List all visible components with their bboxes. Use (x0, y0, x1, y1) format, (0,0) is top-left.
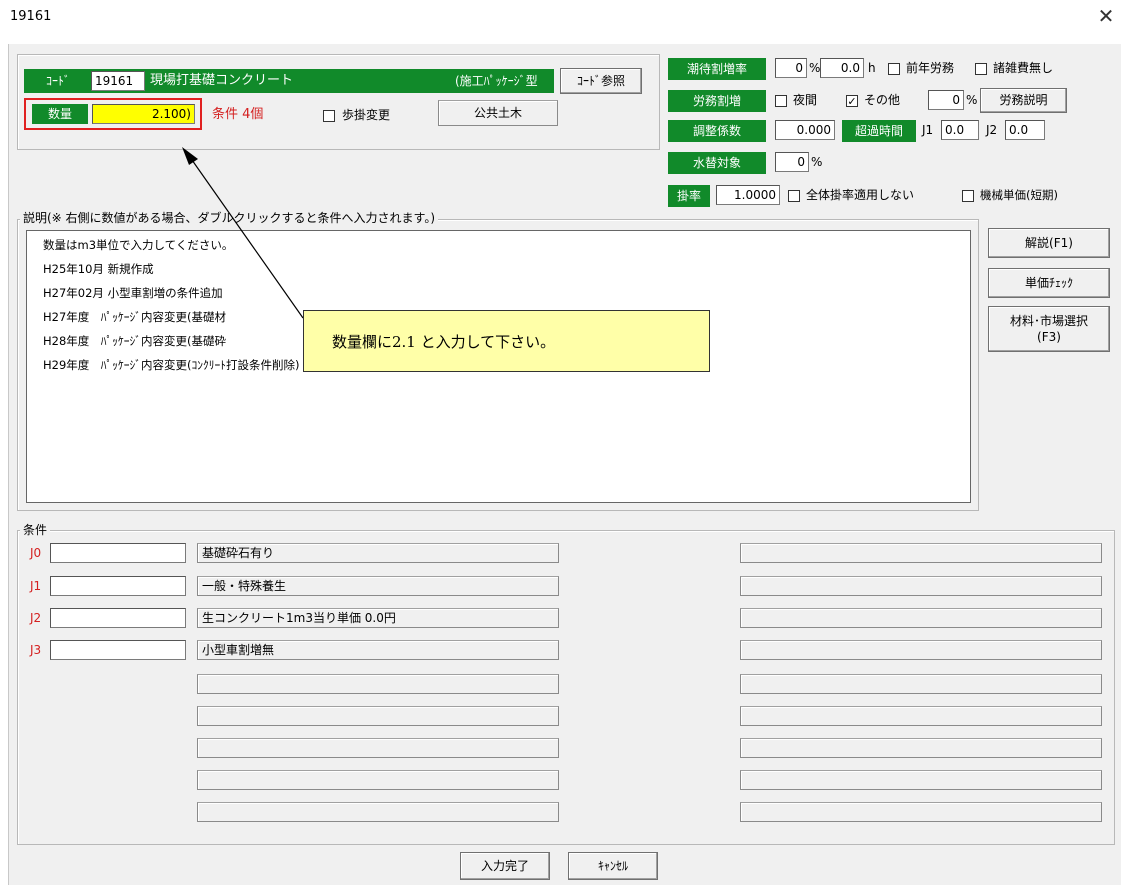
condition-empty-slot (197, 802, 559, 822)
j2-label: J2 (986, 123, 998, 137)
step-change-checkbox[interactable] (323, 110, 335, 122)
labor-extra-label: 労務割増 (668, 90, 766, 112)
misc-cost-none-checkbox[interactable] (975, 63, 987, 75)
condition-desc: 一般・特殊養生 (197, 576, 559, 596)
other-pct-input[interactable]: 0 (928, 90, 964, 110)
window-title: 19161 (10, 9, 52, 24)
rate-label: 掛率 (668, 185, 710, 207)
j1-label: J1 (922, 123, 934, 137)
code-label: ｺｰﾄﾞ (30, 71, 86, 91)
condition-desc: 基礎砕石有り (197, 543, 559, 563)
ok-button[interactable]: 入力完了 (460, 852, 550, 880)
j1-input[interactable]: 0.0 (941, 120, 979, 140)
code-ref-button[interactable]: ｺｰﾄﾞ参照 (560, 68, 642, 94)
step-change-label: 歩掛変更 (342, 108, 391, 122)
condition-input[interactable] (50, 608, 186, 628)
machine-unit-checkbox[interactable] (962, 190, 974, 202)
tide-hours-unit: h (868, 61, 876, 75)
explain-button[interactable]: 解説(F1) (988, 228, 1110, 258)
close-icon[interactable]: ✕ (1094, 4, 1118, 28)
labor-explain-button[interactable]: 労務説明 (980, 88, 1067, 113)
condition-empty-slot (197, 706, 559, 726)
water-label: 水替対象 (668, 152, 766, 174)
item-name: 現場打基礎コンクリート (150, 73, 294, 88)
rate-input[interactable]: 1.0000 (716, 185, 780, 205)
adjust-coef-label: 調整係数 (668, 120, 766, 142)
other-checkbox[interactable]: ✓ (846, 95, 858, 107)
no-global-rate-checkbox[interactable] (788, 190, 800, 202)
tide-hours-input[interactable]: 0.0 (820, 58, 864, 78)
condition-empty-slot (197, 674, 559, 694)
quantity-label: 数量 (32, 104, 88, 124)
no-global-rate-label: 全体掛率適用しない (806, 188, 915, 202)
condition-empty-slot (740, 674, 1102, 694)
package-label: (施工ﾊﾟｯｹｰｼﾞ型 (455, 74, 538, 88)
condition-empty-slot (197, 738, 559, 758)
night-checkbox[interactable] (775, 95, 787, 107)
night-label: 夜間 (793, 93, 818, 107)
conditions-legend: 条件 (20, 522, 51, 538)
misc-cost-none-label: 諸雑費無し (993, 61, 1054, 75)
condition-code: J2 (30, 611, 42, 625)
description-line: 数量はm3単位で入力してください。 (43, 238, 234, 252)
condition-code: J3 (30, 643, 42, 657)
tide-rate-input[interactable]: 0 (775, 58, 807, 78)
condition-code: J1 (30, 579, 42, 593)
conditions-count: 条件 4個 (212, 107, 264, 122)
instruction-callout: 数量欄に2.1 と入力して下さい。 (303, 310, 710, 372)
condition-empty-slot (740, 770, 1102, 790)
prev-year-labor-label: 前年労務 (906, 61, 955, 75)
water-pct-unit: % (811, 155, 823, 169)
condition-extra (740, 543, 1102, 563)
condition-extra (740, 608, 1102, 628)
condition-extra (740, 576, 1102, 596)
condition-empty-slot (740, 802, 1102, 822)
prev-year-labor-checkbox[interactable] (888, 63, 900, 75)
condition-input[interactable] (50, 576, 186, 596)
material-select-button[interactable]: 材料･市場選択 (F3) (988, 306, 1110, 352)
condition-input[interactable] (50, 543, 186, 563)
overtime-label: 超過時間 (842, 120, 916, 142)
tide-rate-label: 潮待割増率 (668, 58, 766, 80)
machine-unit-label: 機械単価(短期) (980, 188, 1058, 202)
water-pct-input[interactable]: 0 (775, 152, 809, 172)
description-legend: 説明(※ 右側に数値がある場合、ダブルクリックすると条件へ入力されます。) (20, 210, 439, 226)
price-check-button[interactable]: 単価ﾁｪｯｸ (988, 268, 1110, 298)
description-line: H27年02月 小型車割増の条件追加 (43, 286, 223, 300)
condition-empty-slot (740, 738, 1102, 758)
adjust-coef-input[interactable]: 0.000 (775, 120, 835, 140)
tide-rate-unit: % (809, 61, 821, 75)
condition-input[interactable] (50, 640, 186, 660)
condition-code: J0 (30, 546, 42, 560)
j2-input[interactable]: 0.0 (1005, 120, 1045, 140)
other-pct-unit: % (966, 93, 978, 107)
description-line: H25年10月 新規作成 (43, 262, 154, 276)
condition-desc: 生コンクリート1m3当り単価 0.0円 (197, 608, 559, 628)
condition-empty-slot (740, 706, 1102, 726)
code-field[interactable]: 19161 (91, 71, 145, 91)
category-field: 公共土木 (438, 100, 558, 126)
condition-desc: 小型車割増無 (197, 640, 559, 660)
condition-extra (740, 640, 1102, 660)
title-bar: 19161 ✕ (0, 0, 1121, 44)
condition-empty-slot (197, 770, 559, 790)
quantity-input[interactable]: 2.100) (92, 104, 195, 124)
other-label: その他 (864, 93, 901, 107)
cancel-button[interactable]: ｷｬﾝｾﾙ (568, 852, 658, 880)
